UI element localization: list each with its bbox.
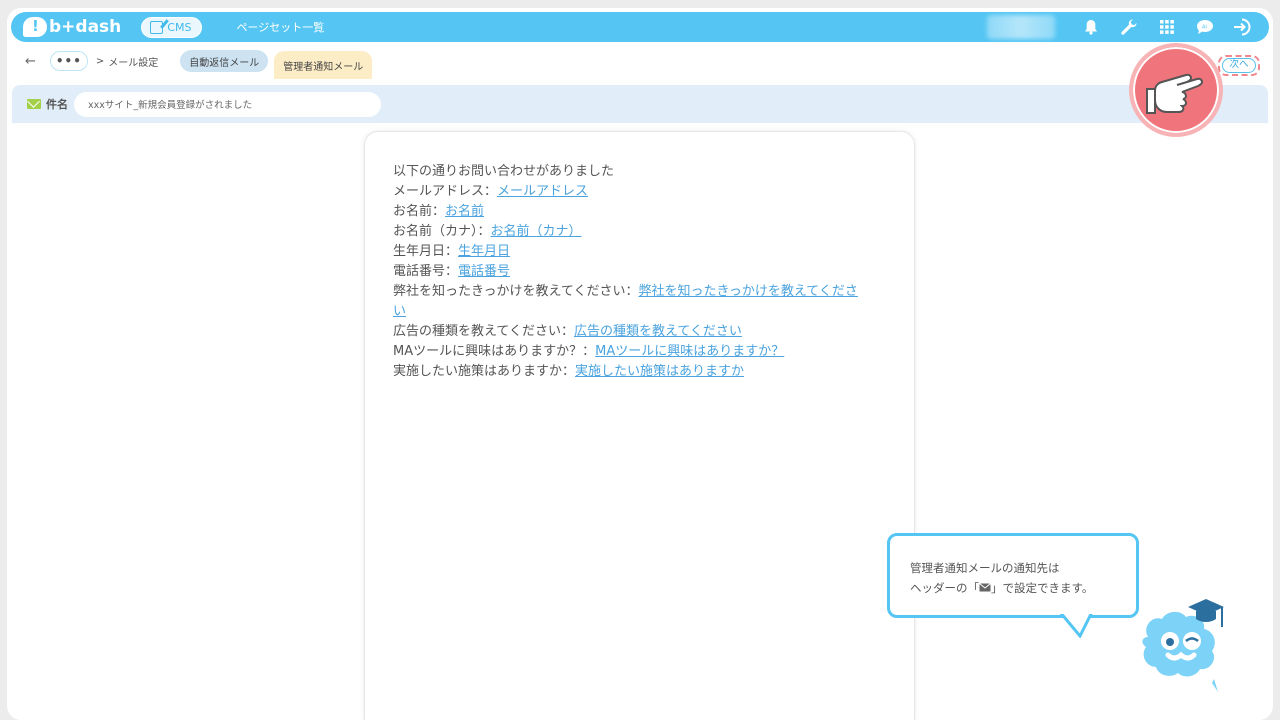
mascot-icon — [1142, 599, 1224, 692]
grid-icon[interactable] — [1157, 17, 1177, 37]
mail-field-tag-link[interactable]: 弊社を知ったきっかけを教えてくださ — [638, 284, 857, 299]
next-button-highlight: 次へ — [1218, 55, 1260, 76]
wrench-icon[interactable] — [1119, 17, 1139, 37]
mail-field-tag-link[interactable]: 実施したい施策はありますか — [575, 364, 744, 379]
pointing-hand-icon — [1146, 73, 1204, 114]
mail-field-label: 弊社を知ったきっかけを教えてください： — [393, 284, 639, 299]
mail-intro: 以下の通りお問い合わせがありました — [393, 164, 615, 179]
mail-field-tag-link[interactable]: 広告の種類を教えてください — [574, 324, 742, 339]
pointer-highlight — [1129, 43, 1223, 137]
svg-text:AI: AI — [1202, 25, 1207, 31]
mail-field-line: お名前（カナ）：お名前（カナ） — [393, 222, 886, 242]
breadcrumb: ← ••• > メール設定 自動返信メール 管理者通知メール 次へ — [7, 46, 1273, 79]
help-tooltip: 管理者通知メールの通知先は ヘッダーの「 」で設定できます。 — [887, 533, 1139, 618]
mail-field-label: 生年月日： — [393, 244, 459, 259]
mail-field-label: 実施したい施策はありますか： — [393, 364, 576, 379]
mail-body-card[interactable]: 以下の通りお問い合わせがありました メールアドレス：メールアドレス お名前：お名前… — [364, 131, 915, 720]
mail-field-line: 広告の種類を教えてください：広告の種類を教えてください — [393, 322, 886, 342]
mail-field-tag-link[interactable]: メールアドレス — [497, 184, 588, 199]
mail-settings-icon — [979, 583, 991, 592]
mail-field-label: MAツールに興味はありますか？： — [393, 344, 596, 359]
tooltip-line-2-pre: ヘッダーの「 — [910, 581, 979, 595]
user-info[interactable] — [987, 15, 1055, 39]
mail-icon — [27, 99, 41, 109]
breadcrumb-separator: > — [95, 55, 105, 67]
tooltip-line-1: 管理者通知メールの通知先は — [910, 561, 1060, 575]
mail-fields: メールアドレス：メールアドレス お名前：お名前 お名前（カナ）：お名前（カナ） 生年月… — [393, 182, 886, 382]
mail-field-line: 弊社を知ったきっかけを教えてください：弊社を知ったきっかけを教えてくださ — [393, 282, 886, 302]
logo[interactable]: b+dash — [23, 17, 121, 37]
bell-icon[interactable] — [1081, 17, 1101, 37]
more-button[interactable]: ••• — [49, 51, 88, 71]
mail-field-line: 電話番号：電話番号 — [393, 262, 886, 282]
mail-field-tag-link[interactable]: 生年月日 — [458, 244, 510, 259]
header-actions: AI — [987, 15, 1253, 39]
mail-field-line: MAツールに興味はありますか？：MAツールに興味はありますか？ — [393, 342, 886, 362]
mail-field-label: お名前： — [393, 204, 446, 219]
subject-input[interactable] — [74, 91, 381, 117]
mail-field-tag-link[interactable]: MAツールに興味はありますか？ — [595, 344, 784, 359]
page-set-list-link[interactable]: ページセット一覧 — [236, 19, 324, 35]
mail-field-line: 実施したい施策はありますか：実施したい施策はありますか — [393, 362, 886, 382]
tab-admin-notify[interactable]: 管理者通知メール — [274, 51, 373, 79]
tooltip-line-2-post: 」で設定できます。 — [991, 581, 1094, 595]
tab-auto-reply[interactable]: 自動返信メール — [180, 50, 269, 72]
chat-icon[interactable]: AI — [1195, 17, 1215, 37]
top-bar: b+dash CMS ページセット一覧 AI — [11, 12, 1269, 42]
mail-field-line: 生年月日：生年月日 — [393, 242, 886, 262]
back-arrow-icon[interactable]: ← — [25, 54, 36, 69]
next-button[interactable]: 次へ — [1222, 58, 1256, 73]
subject-label: 件名 — [46, 98, 68, 111]
mail-field-label: 電話番号： — [393, 264, 459, 279]
mail-field-label: メールアドレス： — [393, 184, 498, 199]
tooltip-tail — [1058, 612, 1098, 638]
tooltip-line-2: ヘッダーの「 」で設定できます。 — [910, 578, 1116, 598]
mail-field-line: い — [393, 302, 886, 322]
mail-field-tag-link[interactable]: 電話番号 — [458, 264, 510, 279]
cms-button[interactable]: CMS — [141, 16, 203, 38]
cms-label: CMS — [167, 20, 192, 34]
subject-bar: 件名 — [12, 85, 1268, 123]
logout-icon[interactable] — [1233, 17, 1253, 37]
logo-text: b+dash — [49, 17, 122, 37]
breadcrumb-current: メール設定 — [108, 57, 159, 69]
mail-field-tag-link[interactable]: い — [393, 304, 406, 319]
logo-icon — [23, 17, 47, 37]
mail-field-line: お名前：お名前 — [393, 202, 886, 222]
mail-field-tag-link[interactable]: お名前（カナ） — [491, 224, 582, 239]
mail-field-line: メールアドレス：メールアドレス — [393, 182, 886, 202]
edit-icon — [150, 20, 164, 34]
mail-field-label: お名前（カナ）： — [393, 224, 491, 239]
mail-field-label: 広告の種類を教えてください： — [393, 324, 574, 339]
mail-field-tag-link[interactable]: お名前 — [445, 204, 484, 219]
